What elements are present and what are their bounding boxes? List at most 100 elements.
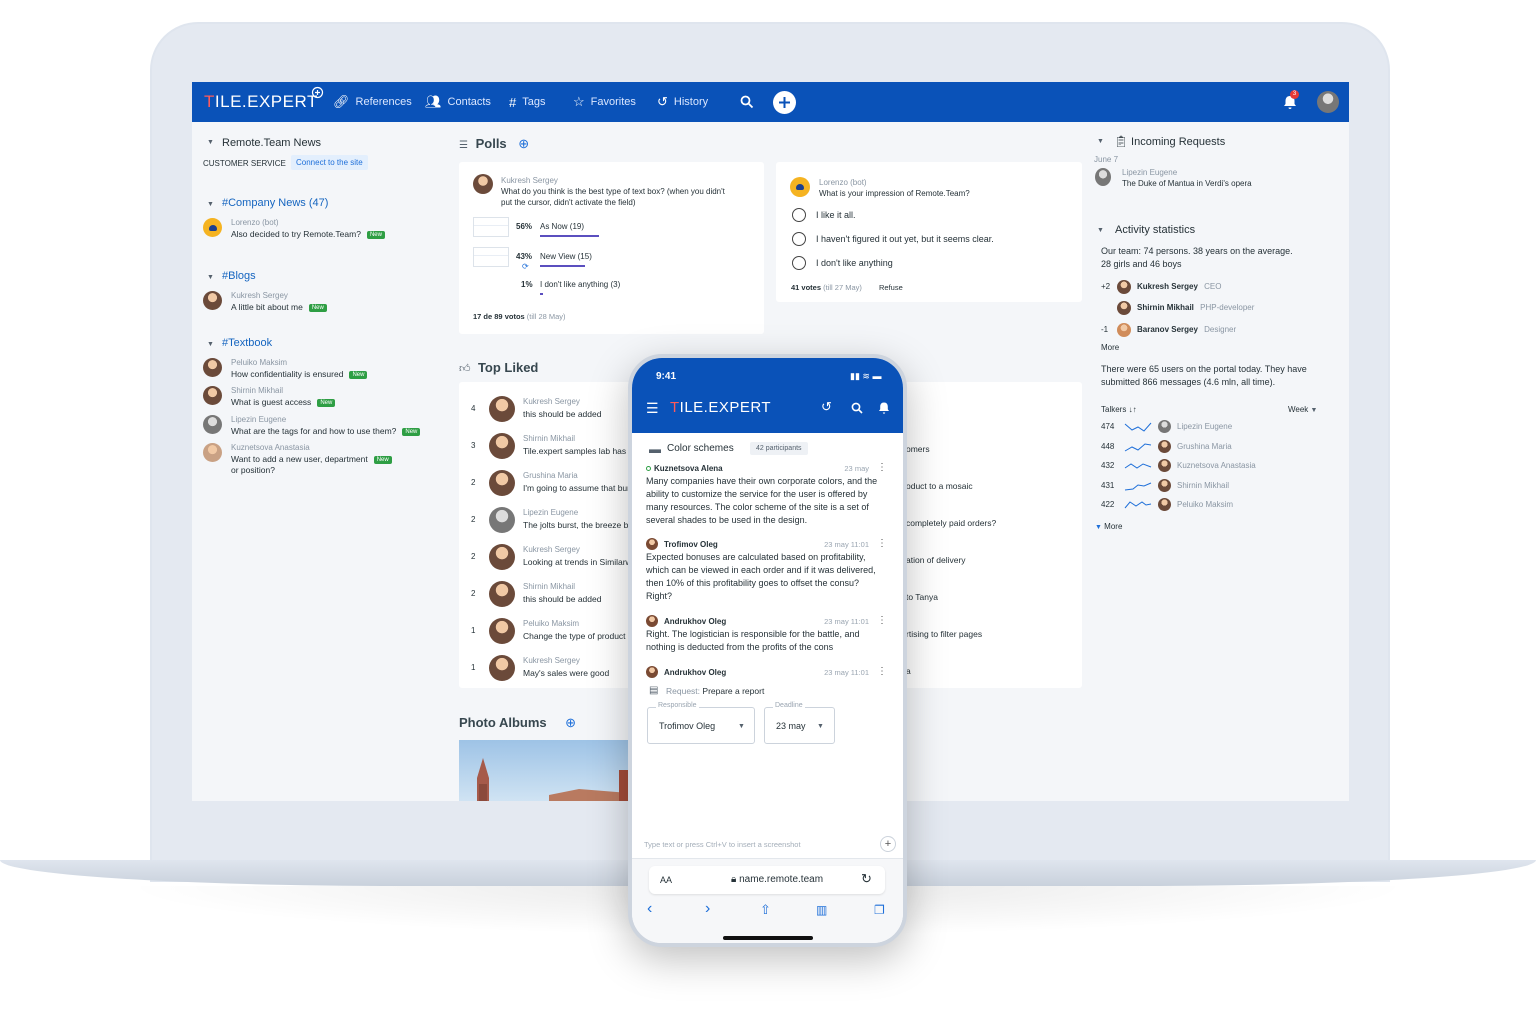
nav-contacts[interactable]: 👥︎ Contacts bbox=[425, 82, 491, 122]
responsible-select[interactable]: Responsible Trofimov Oleg ▼ bbox=[647, 702, 755, 744]
forward-icon[interactable]: › bbox=[705, 900, 710, 918]
author-avatar bbox=[1095, 168, 1111, 186]
add-poll-icon[interactable]: ⊕ bbox=[518, 136, 529, 151]
more-link[interactable]: More bbox=[1101, 343, 1119, 352]
talker-avatar bbox=[1158, 439, 1171, 453]
sender-name[interactable]: Kuznetsova Alena bbox=[654, 464, 723, 473]
company-news-link[interactable]: #Company News (47) bbox=[222, 197, 328, 209]
talker-name[interactable]: Shirnin Mikhail bbox=[1177, 481, 1229, 490]
post-link[interactable]: A little bit about me New bbox=[231, 302, 327, 312]
phone-logo[interactable]: TILE.EXPERT bbox=[670, 399, 771, 416]
post-text: Change the type of product bbox=[523, 631, 626, 641]
sender-name[interactable]: Andrukhov Oleg bbox=[664, 668, 726, 677]
author-avatar bbox=[203, 358, 222, 377]
request-link[interactable]: The Duke of Mantua in Verdi's opera bbox=[1122, 179, 1252, 188]
poll-radio[interactable] bbox=[792, 256, 806, 270]
polls-header: ☰ Polls ⊕ bbox=[459, 136, 529, 152]
person-avatar bbox=[1117, 323, 1131, 337]
collapse-caret-icon[interactable]: ▼ bbox=[207, 139, 214, 146]
talkers-sort[interactable]: Talkers ↓↑ bbox=[1101, 405, 1137, 414]
bot-avatar bbox=[203, 218, 222, 237]
app-logo[interactable]: TILE.EXPERT bbox=[204, 92, 318, 112]
poll-option-label[interactable]: I like it all. bbox=[816, 210, 856, 220]
poll-question: What do you think is the best type of te… bbox=[501, 187, 725, 196]
team-summary: Our team: 74 persons. 38 years on the av… bbox=[1101, 246, 1293, 256]
history-icon[interactable]: ↺ bbox=[821, 399, 832, 415]
author-name: Shirnin Mikhail bbox=[523, 582, 576, 591]
text-size-button[interactable]: AA bbox=[660, 875, 672, 885]
post-link-continued[interactable]: or position? bbox=[231, 465, 275, 475]
collapse-caret-icon[interactable]: ▼ bbox=[1097, 138, 1104, 145]
more-options-icon[interactable]: ⋮ bbox=[877, 538, 887, 549]
textbook-link[interactable]: #Textbook bbox=[222, 337, 272, 349]
poll-question-continued: put the cursor, didn't activate the fiel… bbox=[501, 198, 636, 207]
bookmarks-icon[interactable]: ▥ bbox=[816, 903, 827, 917]
person-row[interactable]: Baranov Sergey Designer bbox=[1137, 325, 1236, 334]
back-icon[interactable]: ‹ bbox=[647, 900, 652, 918]
more-options-icon[interactable]: ⋮ bbox=[877, 462, 887, 473]
share-icon[interactable]: ⇧ bbox=[760, 902, 771, 918]
post-link[interactable]: What are the tags for and how to use the… bbox=[231, 426, 421, 436]
poll-option-label[interactable]: I don't like anything bbox=[816, 258, 893, 268]
reload-icon[interactable]: ↻ bbox=[861, 871, 872, 887]
person-row[interactable]: Kukresh Sergey CEO bbox=[1137, 282, 1222, 291]
poll-option-label[interactable]: I haven't figured it out yet, but it see… bbox=[816, 234, 994, 244]
connect-site-button[interactable]: Connect to the site bbox=[291, 155, 368, 170]
sender-name[interactable]: Andrukhov Oleg bbox=[664, 617, 726, 626]
poll-option[interactable]: As Now (19) bbox=[540, 222, 584, 231]
nav-favorites[interactable]: ☆ Favorites bbox=[573, 82, 636, 122]
nav-history[interactable]: ↺ History bbox=[657, 82, 708, 122]
poll-option[interactable]: I don't like anything (3) bbox=[540, 280, 620, 289]
author-name: Kukresh Sergey bbox=[523, 656, 580, 665]
person-avatar bbox=[1117, 301, 1131, 315]
author-avatar bbox=[489, 618, 515, 644]
talker-name[interactable]: Lipezin Eugene bbox=[1177, 422, 1232, 431]
tabs-icon[interactable]: ❐ bbox=[874, 903, 885, 917]
search-icon[interactable] bbox=[851, 402, 863, 414]
refuse-link[interactable]: Refuse bbox=[879, 283, 903, 292]
bell-icon[interactable] bbox=[878, 401, 890, 415]
option-percent: 56% bbox=[516, 222, 533, 231]
album-photo[interactable] bbox=[459, 740, 649, 801]
poll-option[interactable]: New View (15) bbox=[540, 252, 592, 261]
talker-name[interactable]: Grushina Maria bbox=[1177, 442, 1232, 451]
add-circle-icon[interactable] bbox=[311, 86, 324, 99]
deadline-select[interactable]: Deadline 23 may ▼ bbox=[764, 702, 835, 744]
request-line[interactable]: Request: Prepare a report bbox=[666, 686, 764, 696]
more-options-icon[interactable]: ⋮ bbox=[877, 615, 887, 626]
bot-avatar bbox=[790, 177, 810, 197]
more-talkers-link[interactable]: ▼ More bbox=[1095, 522, 1122, 531]
user-avatar[interactable] bbox=[1317, 91, 1339, 113]
sender-name[interactable]: Trofimov Oleg bbox=[664, 540, 718, 549]
blogs-link[interactable]: #Blogs bbox=[222, 270, 256, 282]
list-icon: ☰ bbox=[459, 140, 468, 151]
week-select[interactable]: Week ▼ bbox=[1288, 405, 1317, 414]
option-preview-thumbnail bbox=[473, 217, 509, 237]
collapse-caret-icon[interactable]: ▼ bbox=[1097, 227, 1104, 234]
more-options-icon[interactable]: ⋮ bbox=[877, 666, 887, 677]
participants-badge[interactable]: 42 participants bbox=[750, 442, 808, 455]
rank-delta: +2 bbox=[1101, 282, 1111, 291]
poll-radio[interactable] bbox=[792, 208, 806, 222]
nav-references[interactable]: 🔗︎ References bbox=[333, 82, 412, 122]
collapse-caret-icon[interactable]: ▼ bbox=[207, 341, 214, 348]
message-text: Right? bbox=[646, 591, 673, 601]
add-album-icon[interactable]: ⊕ bbox=[565, 715, 576, 730]
collapse-caret-icon[interactable]: ▼ bbox=[207, 274, 214, 281]
menu-icon[interactable]: ☰ bbox=[646, 400, 659, 417]
post-link[interactable]: How confidentiality is ensured New bbox=[231, 369, 368, 379]
message-input[interactable]: Type text or press Ctrl+V to insert a sc… bbox=[644, 840, 801, 849]
poll-radio[interactable] bbox=[792, 232, 806, 246]
nav-tags[interactable]: # Tags bbox=[509, 82, 545, 122]
url-bar[interactable]: AA 🔒︎ name.remote.team ↻ bbox=[649, 866, 885, 894]
create-button[interactable] bbox=[773, 91, 796, 114]
person-row[interactable]: Shirnin Mikhail PHP-developer bbox=[1137, 303, 1254, 312]
attach-plus-icon[interactable]: + bbox=[880, 836, 896, 852]
post-link[interactable]: Want to add a new user, department New bbox=[231, 454, 392, 464]
search-icon[interactable] bbox=[740, 95, 754, 109]
post-link[interactable]: What is guest access New bbox=[231, 397, 336, 407]
collapse-caret-icon[interactable]: ▼ bbox=[207, 201, 214, 208]
talker-name[interactable]: Peluiko Maksim bbox=[1177, 500, 1233, 509]
talker-name[interactable]: Kuznetsova Anastasia bbox=[1177, 461, 1256, 470]
post-link[interactable]: Also decided to try Remote.Team? New bbox=[231, 229, 385, 239]
